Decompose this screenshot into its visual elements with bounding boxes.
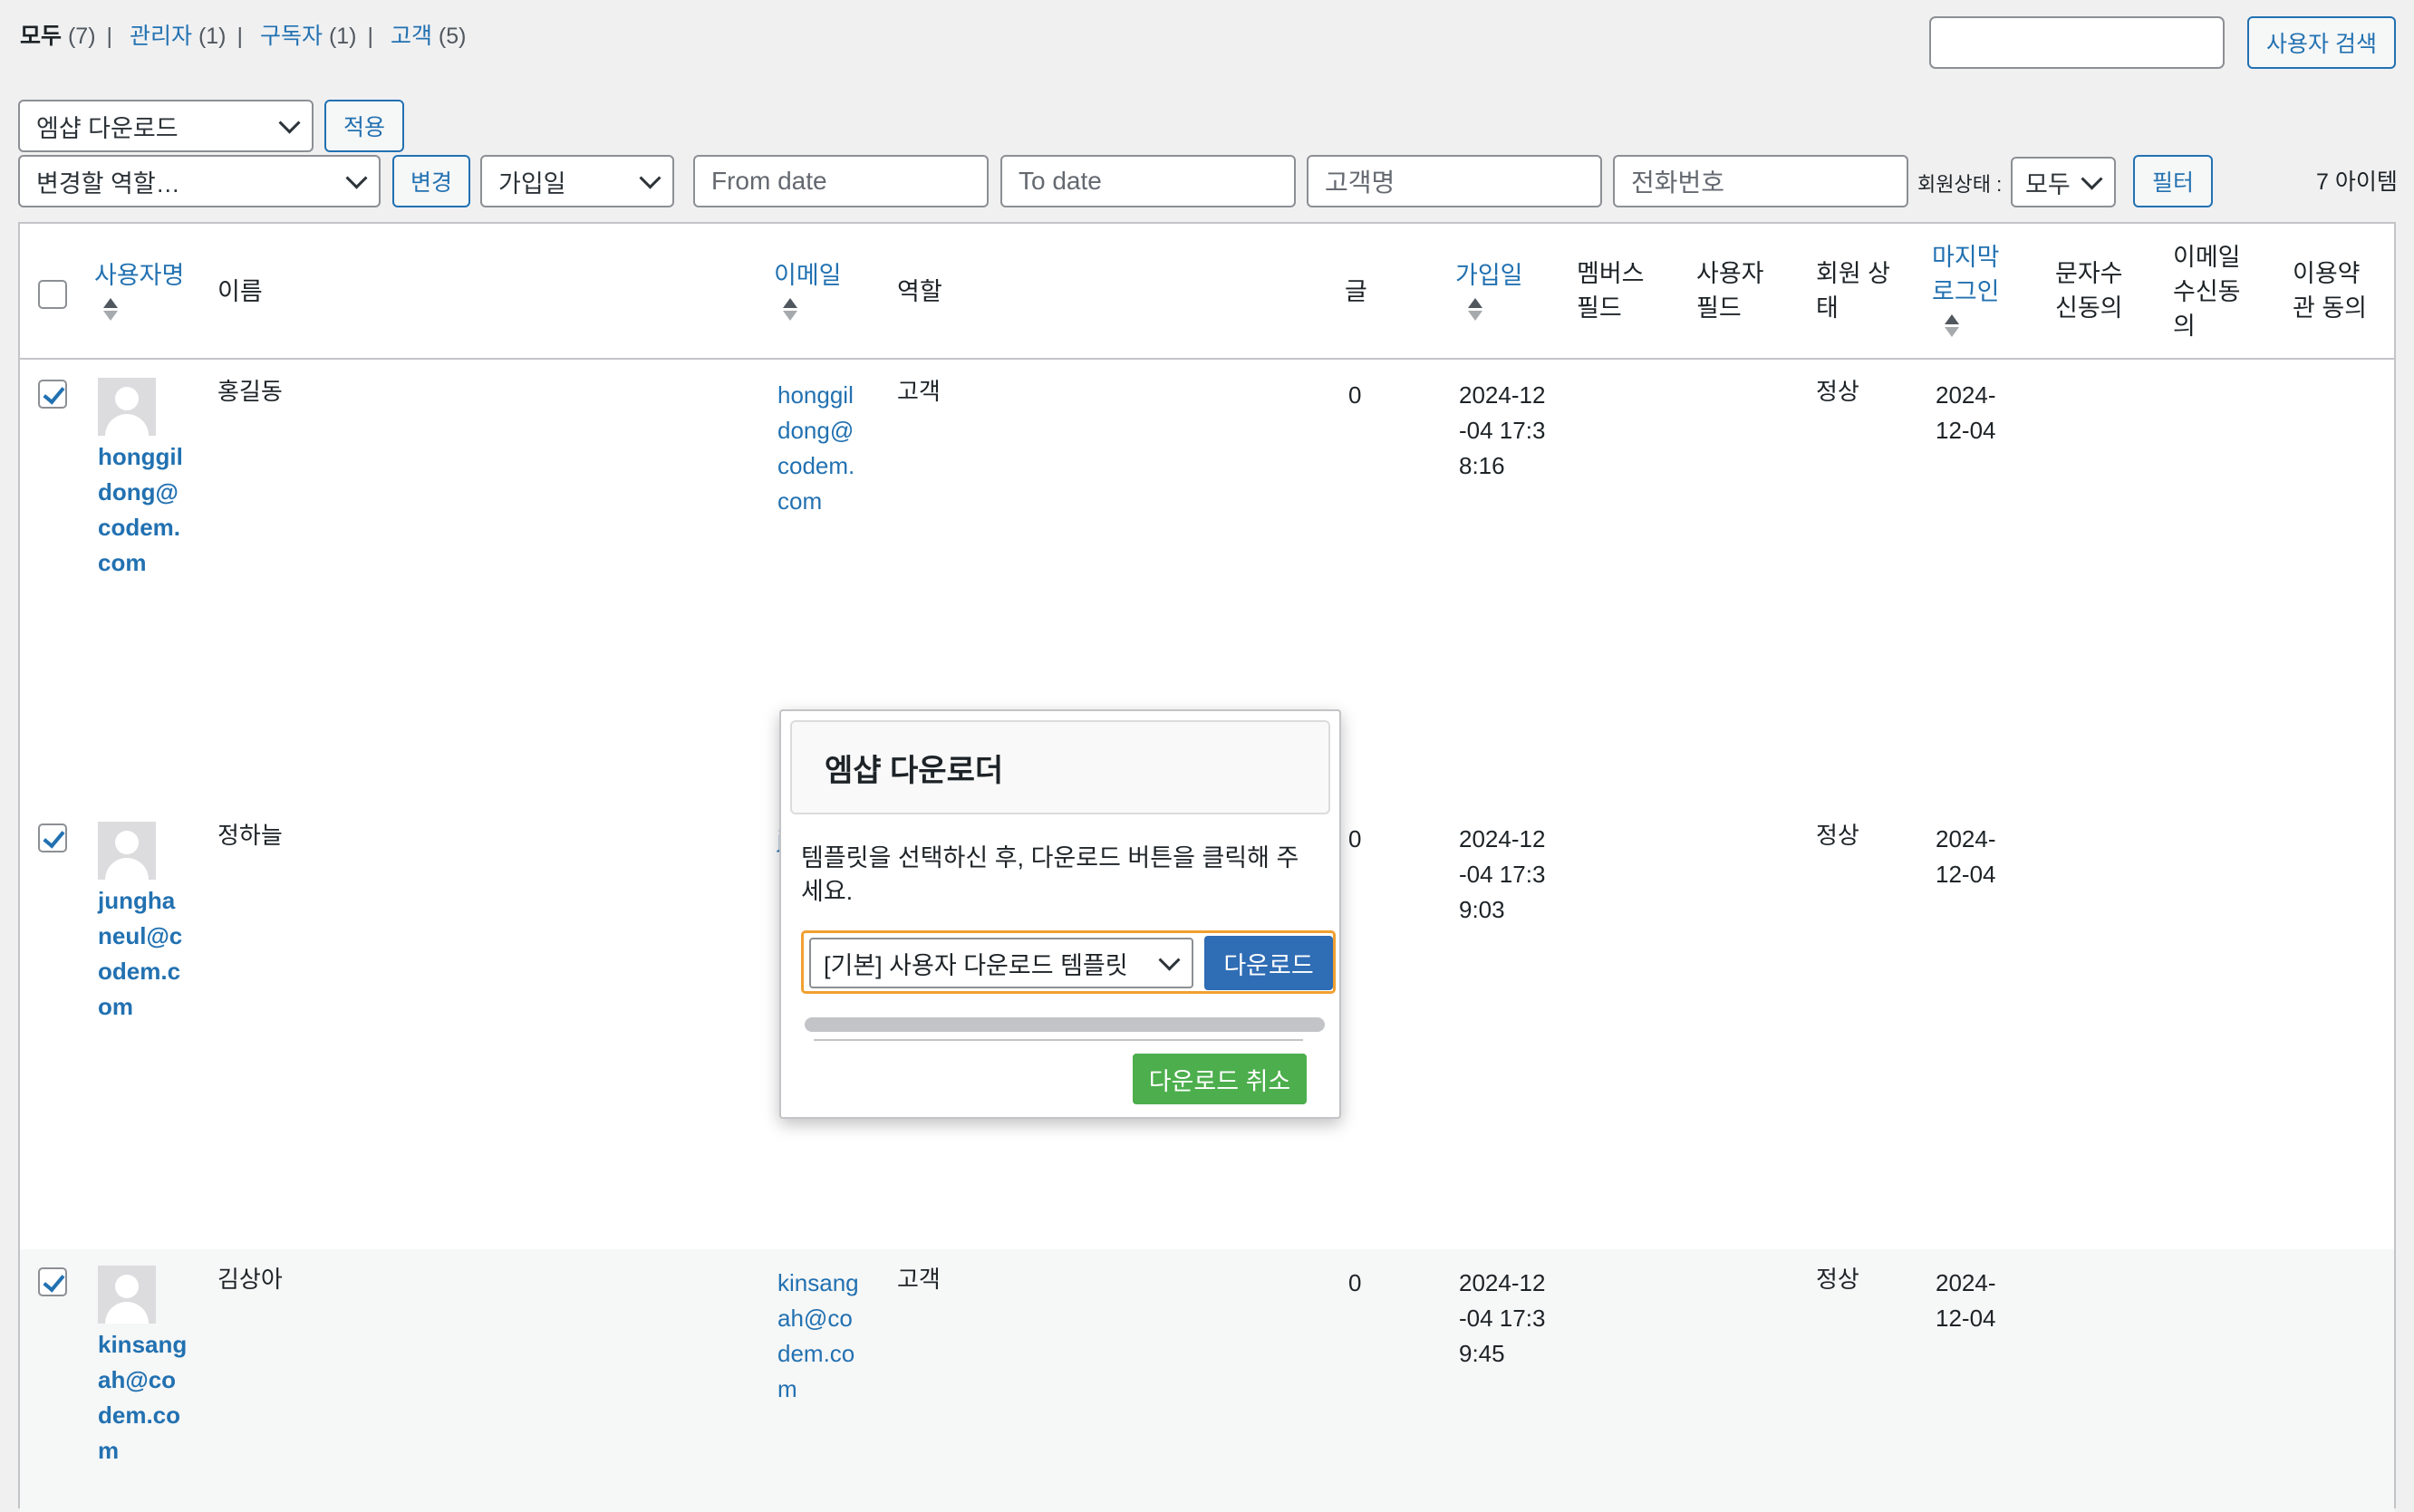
chevron-down-icon (2081, 168, 2103, 190)
column-email[interactable]: 이메일 (774, 258, 842, 321)
view-customer[interactable]: 고객 (391, 24, 432, 49)
filter-button[interactable]: 필터 (2133, 155, 2213, 207)
row-username[interactable]: honggildong@codem.com (98, 439, 188, 581)
chevron-down-icon (345, 167, 368, 189)
column-registered[interactable]: 가입일 (1455, 258, 1523, 321)
progress-fill (805, 1017, 1325, 1032)
row-status: 정상 (1816, 378, 1859, 405)
sort-icon (783, 298, 799, 321)
member-status-select[interactable]: 모두 (2011, 157, 2116, 207)
column-username[interactable]: 사용자명 (94, 258, 184, 321)
item-count: 7 아이템 (2316, 169, 2398, 195)
column-members-field: 멤버스 필드 (1577, 260, 1645, 322)
role-change-select[interactable]: 변경할 역할… (18, 155, 381, 207)
column-terms-consent: 이용약관 동의 (2293, 260, 2368, 322)
row-username[interactable]: kinsangah@codem.com (98, 1327, 188, 1469)
row-role: 고객 (897, 378, 941, 405)
divider (814, 1039, 1303, 1041)
column-last-login-label: 마지막 로그인 (1932, 244, 2000, 305)
row-email[interactable]: kinsangah@codem.com (777, 1266, 861, 1407)
column-member-status: 회원 상태 (1816, 260, 1891, 322)
table-row: kinsangah@codem.com 김상아 kinsangah@codem.… (20, 1249, 2394, 1512)
role-change-placeholder: 변경할 역할… (36, 169, 180, 197)
view-admin-count: (1) (198, 24, 227, 49)
user-search-button[interactable]: 사용자 검색 (2247, 16, 2396, 69)
date-type-value: 가입일 (498, 169, 566, 197)
download-progress (805, 1017, 1325, 1032)
view-admin[interactable]: 관리자 (130, 24, 192, 49)
modal-title: 엠샵 다운로더 (790, 720, 1330, 814)
select-all-checkbox[interactable] (38, 280, 67, 309)
row-name: 홍길동 (217, 378, 283, 405)
row-posts: 0 (1348, 825, 1362, 852)
row-checkbox[interactable] (38, 380, 67, 409)
sort-icon (1468, 298, 1484, 321)
template-select[interactable]: [기본] 사용자 다운로드 템플릿 (809, 938, 1193, 988)
view-all[interactable]: 모두 (20, 24, 62, 49)
column-posts: 글 (1345, 278, 1367, 305)
row-checkbox[interactable] (38, 1267, 67, 1296)
column-registered-label: 가입일 (1455, 262, 1523, 289)
row-username[interactable]: jungha neul@codem.com (98, 883, 188, 1025)
sort-icon (1945, 314, 1961, 337)
row-registered: 2024-12-04 17:38:16 (1459, 381, 1546, 479)
view-all-count: (7) (67, 24, 96, 49)
table-header: 사용자명 이름 이메일 역할 글 가입일 멤버스 필드 사용자 필드 회원 상태… (20, 224, 2394, 360)
column-sms-consent: 문자수신동의 (2055, 260, 2123, 322)
avatar (98, 822, 156, 880)
row-last-login: 2024-12-04 (1936, 381, 1996, 444)
download-button[interactable]: 다운로드 (1204, 936, 1333, 990)
member-status-label: 회원상태 : (1917, 173, 2003, 196)
chevron-down-icon (639, 167, 661, 189)
to-date-input[interactable]: To date (1000, 155, 1296, 207)
column-role: 역할 (897, 278, 942, 305)
row-name: 정하늘 (217, 822, 283, 849)
role-change-button[interactable]: 변경 (392, 155, 470, 207)
sort-icon (103, 298, 120, 321)
cancel-download-button[interactable]: 다운로드 취소 (1133, 1054, 1307, 1104)
column-user-field: 사용자 필드 (1696, 260, 1764, 322)
row-name: 김상아 (217, 1266, 283, 1293)
column-username-label: 사용자명 (94, 262, 185, 289)
from-date-input[interactable]: From date (693, 155, 989, 207)
column-name: 이름 (217, 278, 263, 305)
row-registered: 2024-12-04 17:39:45 (1459, 1269, 1546, 1367)
row-posts: 0 (1348, 381, 1362, 409)
row-email[interactable]: honggildong@codem.com (777, 378, 861, 519)
chevron-down-icon (1158, 949, 1181, 971)
row-last-login: 2024-12-04 (1936, 825, 1996, 888)
row-status: 정상 (1816, 822, 1859, 849)
column-last-login[interactable]: 마지막 로그인 (1932, 240, 2019, 337)
user-role-views: 모두 (7) | 관리자 (1) | 구독자 (1) | 고객 (5) (20, 24, 467, 49)
column-email-label: 이메일 (774, 262, 842, 289)
column-email-consent: 이메일 수신동의 (2173, 244, 2241, 340)
user-search-input[interactable] (1929, 16, 2225, 69)
download-modal: 엠샵 다운로더 템플릿을 선택하신 후, 다운로드 버튼을 클릭해 주세요. [… (779, 709, 1341, 1119)
modal-message: 템플릿을 선택하신 후, 다운로드 버튼을 클릭해 주세요. (801, 844, 1299, 905)
apply-button[interactable]: 적용 (324, 100, 404, 152)
phone-input[interactable]: 전화번호 (1613, 155, 1908, 207)
template-row: [기본] 사용자 다운로드 템플릿 다운로드 (801, 930, 1336, 994)
date-type-select[interactable]: 가입일 (480, 155, 674, 207)
row-status: 정상 (1816, 1266, 1859, 1293)
member-status-value: 모두 (2025, 170, 2071, 198)
bulk-action-value: 엠샵 다운로드 (36, 114, 179, 142)
avatar (98, 1266, 156, 1324)
row-posts: 0 (1348, 1269, 1362, 1296)
row-checkbox[interactable] (38, 823, 67, 852)
view-subscriber[interactable]: 구독자 (260, 24, 323, 49)
row-registered: 2024-12-04 17:39:03 (1459, 825, 1546, 923)
avatar (98, 378, 156, 436)
view-customer-count: (5) (438, 24, 467, 49)
template-value: [기본] 사용자 다운로드 템플릿 (824, 951, 1128, 979)
view-subscriber-count: (1) (328, 24, 357, 49)
row-role: 고객 (897, 1266, 941, 1293)
customer-name-input[interactable]: 고객명 (1307, 155, 1602, 207)
bulk-action-select[interactable]: 엠샵 다운로드 (18, 100, 314, 152)
chevron-down-icon (278, 111, 301, 134)
row-last-login: 2024-12-04 (1936, 1269, 1996, 1332)
